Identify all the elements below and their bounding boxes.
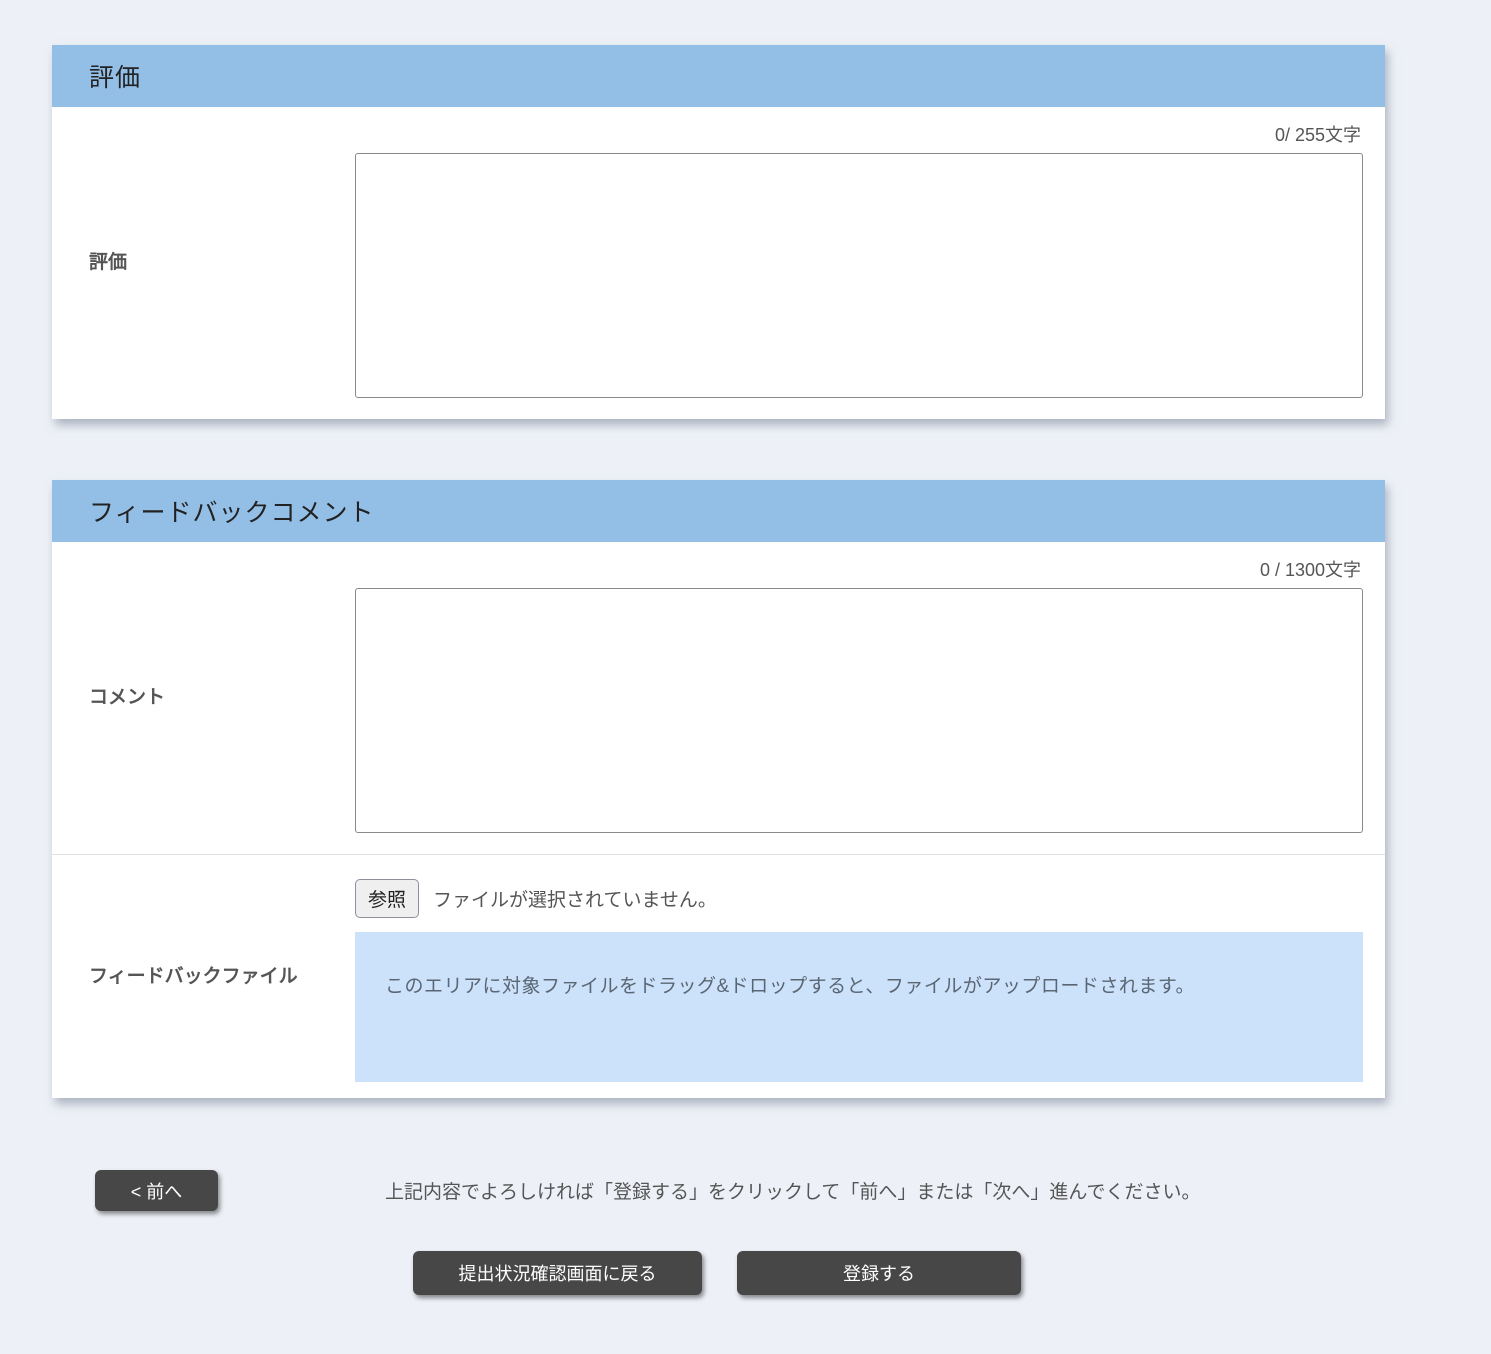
comment-char-counter: 0 / 1300文字 — [355, 552, 1363, 588]
evaluation-char-counter: 0/ 255文字 — [355, 117, 1363, 153]
browse-file-button[interactable]: 参照 — [355, 879, 419, 918]
feedback-file-row: フィードバックファイル 参照 ファイルが選択されていません。 このエリアに対象フ… — [52, 854, 1385, 1098]
comment-row-label: コメント — [52, 542, 355, 854]
evaluation-panel-header: 評価 — [52, 45, 1385, 107]
register-button[interactable]: 登録する — [737, 1251, 1021, 1295]
file-drop-area-text: このエリアに対象ファイルをドラッグ&ドロップすると、ファイルがアップロードされま… — [385, 976, 1195, 997]
previous-button[interactable]: < 前へ — [95, 1170, 218, 1211]
evaluation-panel: 評価 評価 0/ 255文字 — [52, 45, 1385, 419]
feedback-panel-header: フィードバックコメント — [52, 480, 1385, 542]
footer-row-1: < 前へ 上記内容でよろしければ「登録する」をクリックして「前へ」または「次へ」… — [95, 1170, 1491, 1211]
comment-field-cell: 0 / 1300文字 — [355, 542, 1385, 854]
comment-row: コメント 0 / 1300文字 — [52, 542, 1385, 854]
back-to-submission-status-button[interactable]: 提出状況確認画面に戻る — [413, 1251, 702, 1295]
footer-instruction-text: 上記内容でよろしければ「登録する」をクリックして「前へ」または「次へ」進んでくだ… — [385, 1177, 1200, 1204]
comment-textarea[interactable] — [355, 588, 1363, 833]
feedback-file-label: フィードバックファイル — [52, 855, 355, 1098]
file-drop-area[interactable]: このエリアに対象ファイルをドラッグ&ドロップすると、ファイルがアップロードされま… — [355, 932, 1363, 1082]
feedback-panel: フィードバックコメント コメント 0 / 1300文字 フィードバックファイル … — [52, 480, 1385, 1098]
evaluation-panel-title: 評価 — [89, 58, 141, 94]
evaluation-row: 評価 0/ 255文字 — [52, 107, 1385, 419]
evaluation-row-label: 評価 — [52, 107, 355, 419]
feedback-panel-title: フィードバックコメント — [89, 493, 375, 529]
file-input-line: 参照 ファイルが選択されていません。 — [355, 879, 1363, 918]
evaluation-field-cell: 0/ 255文字 — [355, 107, 1385, 419]
evaluation-textarea[interactable] — [355, 153, 1363, 398]
no-file-selected-text: ファイルが選択されていません。 — [433, 885, 717, 912]
footer-row-2: 提出状況確認画面に戻る 登録する — [413, 1251, 1491, 1295]
feedback-file-field-cell: 参照 ファイルが選択されていません。 このエリアに対象ファイルをドラッグ&ドロッ… — [355, 855, 1385, 1098]
